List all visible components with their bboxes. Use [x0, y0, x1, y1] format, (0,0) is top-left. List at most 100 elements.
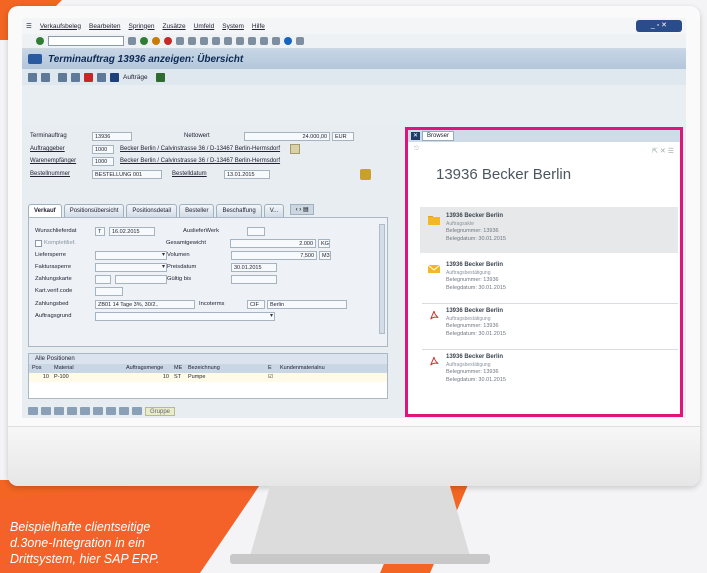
- gesamtgewicht-field[interactable]: 2.000: [230, 238, 316, 248]
- cancel-icon[interactable]: [164, 37, 172, 45]
- col-kundenmaterialnummer[interactable]: Kundenmaterialnu: [277, 364, 347, 373]
- kartennummer-field[interactable]: [115, 274, 167, 284]
- auftraggeber-field[interactable]: 1000: [92, 144, 114, 154]
- filter-icon[interactable]: [93, 407, 103, 415]
- wunschlieferdat-field[interactable]: 16.02.2015: [109, 226, 155, 236]
- col-auftragsmenge[interactable]: Auftragsmenge: [123, 364, 171, 373]
- schedule-icon[interactable]: [132, 407, 142, 415]
- fakturasperre-select[interactable]: [95, 262, 167, 272]
- find-icon[interactable]: [188, 37, 196, 45]
- orders-button-label[interactable]: Aufträge: [123, 74, 148, 81]
- gruppe-button[interactable]: Gruppe: [145, 406, 176, 416]
- date-type-field[interactable]: T: [95, 226, 105, 236]
- orders-icon[interactable]: [110, 72, 119, 82]
- bestellnummer-field[interactable]: BESTELLUNG 001: [92, 169, 162, 179]
- currency-field[interactable]: EUR: [332, 131, 354, 141]
- change-icon[interactable]: [41, 72, 50, 82]
- command-field[interactable]: [48, 36, 124, 46]
- menu-item-verkaufsbeleg[interactable]: Verkaufsbeleg: [40, 23, 81, 30]
- tab-scroll-buttons[interactable]: ‹ › ▤: [290, 204, 315, 215]
- table-row[interactable]: 10 P-100 10 ST Pumpe ☑: [29, 373, 387, 382]
- zahlungsbed-field[interactable]: ZB01 14 Tage 3%, 30/2..: [95, 299, 195, 309]
- tab-positionsdetail[interactable]: Positionsdetail: [126, 204, 178, 217]
- incoterms-place-field[interactable]: Berlin: [267, 299, 347, 309]
- menu-icon[interactable]: ☰: [26, 22, 32, 30]
- menu-item-hilfe[interactable]: Hilfe: [252, 23, 265, 30]
- first-page-icon[interactable]: [212, 37, 220, 45]
- document-flow-icon[interactable]: [97, 72, 106, 82]
- enter-icon[interactable]: [36, 37, 44, 45]
- col-material[interactable]: Material: [51, 364, 123, 373]
- partner-details-icon[interactable]: [290, 144, 301, 154]
- bestellnummer-label[interactable]: Bestellnummer: [30, 171, 92, 177]
- menu-item-bearbeiten[interactable]: Bearbeiten: [89, 23, 120, 30]
- col-bezeichnung[interactable]: Bezeichnung: [185, 364, 265, 373]
- preisdatum-field[interactable]: 30.01.2015: [231, 262, 277, 272]
- tab-beschaffung[interactable]: Beschaffung: [216, 204, 262, 217]
- panel-scrollbar[interactable]: [379, 224, 385, 334]
- liefersperre-select[interactable]: [95, 250, 167, 260]
- col-e[interactable]: E: [265, 364, 277, 373]
- find-next-icon[interactable]: [200, 37, 208, 45]
- cell-auftragsmenge[interactable]: 10: [123, 373, 171, 382]
- bestelldatum-field[interactable]: 13.01.2015: [224, 169, 270, 179]
- auftraggeber-label[interactable]: Auftraggeber: [30, 146, 92, 152]
- deselect-icon[interactable]: [54, 407, 64, 415]
- tab-besteller[interactable]: Besteller: [179, 204, 215, 217]
- nettowert-field[interactable]: 24.000,00: [244, 131, 330, 141]
- next-page-icon[interactable]: [236, 37, 244, 45]
- menu-item-umfeld[interactable]: Umfeld: [194, 23, 215, 30]
- shortcut-icon[interactable]: [272, 37, 280, 45]
- layout-icon[interactable]: [296, 37, 304, 45]
- gewicht-unit-field[interactable]: KG: [318, 238, 330, 248]
- pricing-icon[interactable]: [119, 407, 129, 415]
- col-me[interactable]: ME: [171, 364, 185, 373]
- tab-browser[interactable]: Browser: [422, 131, 455, 141]
- menu-item-zusaetze[interactable]: Zusätze: [163, 23, 186, 30]
- print-icon[interactable]: [176, 37, 184, 45]
- display-icon[interactable]: [28, 72, 37, 82]
- tab-positionsuebersicht[interactable]: Positionsübersicht: [63, 204, 125, 217]
- sort-icon[interactable]: [80, 407, 90, 415]
- volumen-unit-field[interactable]: M3: [319, 250, 331, 260]
- terminauftrag-field[interactable]: 13936: [92, 131, 132, 141]
- tab-verkauf[interactable]: Verkauf: [28, 204, 62, 217]
- header-icon[interactable]: [58, 72, 67, 82]
- back-icon[interactable]: ⎋: [414, 146, 419, 153]
- back-icon[interactable]: [140, 37, 148, 45]
- delete-row-icon[interactable]: [67, 407, 77, 415]
- window-controls[interactable]: _ ▫ ✕: [636, 20, 682, 32]
- warenempfaenger-field[interactable]: 1000: [92, 156, 114, 166]
- help-icon[interactable]: [284, 37, 292, 45]
- overview-icon[interactable]: [155, 72, 165, 82]
- config-icon[interactable]: [106, 407, 116, 415]
- gueltig-bis-field[interactable]: [231, 274, 277, 284]
- d3one-item-mail[interactable]: 13936 Becker Berlin Auftragsbestätigung …: [428, 262, 678, 302]
- incoterms-code-field[interactable]: CIF: [247, 299, 265, 309]
- auftragsgrund-select[interactable]: [95, 311, 275, 321]
- pane-actions-icons[interactable]: ⇱ ✕ ☰: [652, 147, 674, 155]
- details-icon[interactable]: [28, 407, 38, 415]
- select-all-icon[interactable]: [41, 407, 51, 415]
- d3one-item-pdf-1[interactable]: 13936 Becker Berlin Auftragsbestätigung …: [428, 308, 678, 348]
- col-pos[interactable]: Pos: [29, 364, 51, 373]
- exit-icon[interactable]: [152, 37, 160, 45]
- kartverifcode-field[interactable]: [95, 286, 123, 296]
- bestelldatum-label[interactable]: Bestelldatum: [172, 171, 224, 177]
- cell-material[interactable]: P-100: [51, 373, 123, 382]
- new-session-icon[interactable]: [260, 37, 268, 45]
- d3one-item-folder[interactable]: 13936 Becker Berlin Auftragsakte Belegnu…: [428, 213, 678, 253]
- auslieferwerk-field[interactable]: [247, 226, 265, 236]
- save-icon[interactable]: [128, 37, 136, 45]
- stop-icon[interactable]: [84, 72, 93, 82]
- warenempfaenger-label[interactable]: Warenempfänger: [30, 158, 92, 164]
- cell-e-checkbox[interactable]: ☑: [265, 373, 277, 382]
- warning-icon[interactable]: [71, 72, 80, 82]
- last-page-icon[interactable]: [248, 37, 256, 45]
- document-icon[interactable]: [360, 168, 371, 180]
- prev-page-icon[interactable]: [224, 37, 232, 45]
- kartenart-field[interactable]: [95, 274, 111, 284]
- tab-more[interactable]: V...: [263, 204, 285, 217]
- menu-item-springen[interactable]: Springen: [128, 23, 154, 30]
- close-icon[interactable]: ✕: [411, 132, 420, 140]
